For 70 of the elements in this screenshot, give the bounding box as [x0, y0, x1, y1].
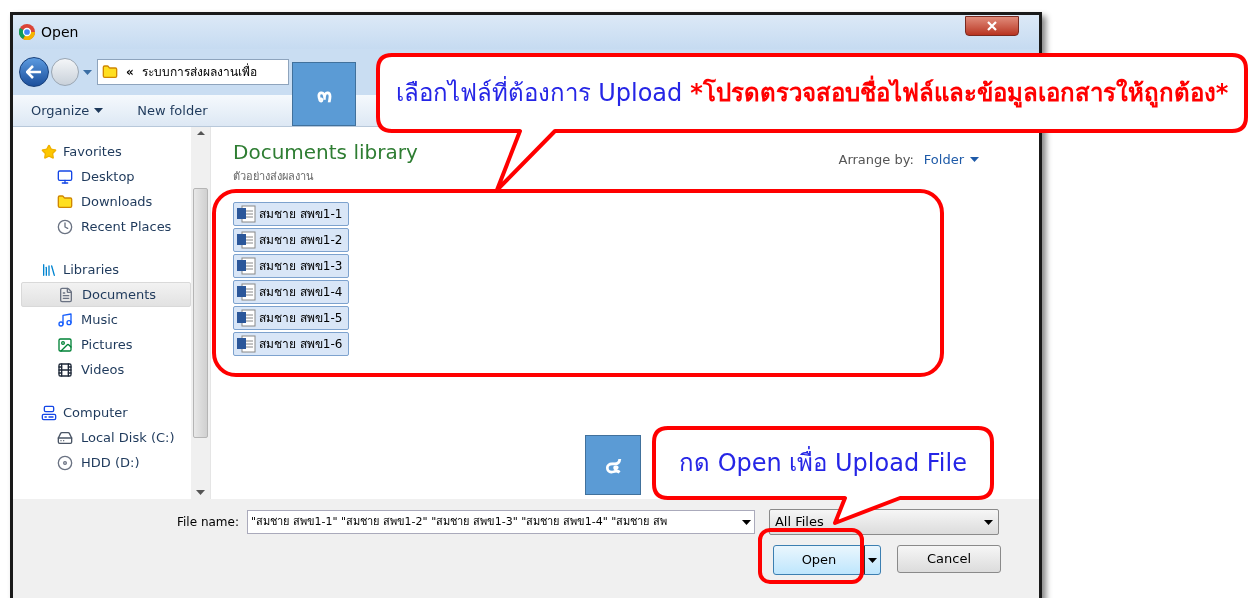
sidebar-scrollbar[interactable]: [191, 127, 211, 499]
sidebar-item[interactable]: Documents: [21, 282, 191, 307]
organize-menu[interactable]: Organize: [31, 100, 104, 121]
breadcrumb-path: ระบบการส่งผลงานเพื่อ: [141, 63, 257, 81]
new-folder-button[interactable]: New folder: [137, 100, 208, 121]
arrange-dropdown[interactable]: Folder: [923, 150, 979, 170]
library-subtitle: ตัวอย่างส่งผลงาน: [233, 169, 315, 185]
word-document-icon: [236, 256, 256, 275]
folder-icon: [57, 193, 73, 210]
callout-text: กด Open เพื่อ Upload File: [679, 445, 967, 481]
word-document-icon: [236, 230, 256, 249]
sidebar-group[interactable]: Computer: [21, 400, 191, 425]
window-title: Open: [41, 22, 79, 42]
scroll-up-icon: [196, 131, 205, 135]
back-button[interactable]: [19, 57, 49, 87]
sidebar-group[interactable]: Favorites: [21, 139, 191, 164]
monitor-icon: [57, 168, 73, 185]
sidebar-item[interactable]: Local Disk (C:): [21, 425, 191, 450]
sidebar-item[interactable]: Downloads: [21, 189, 191, 214]
library-title: Documents library: [233, 139, 418, 166]
computer-icon: [41, 404, 57, 421]
folder-icon: [102, 64, 118, 80]
arrange-label: Arrange by:: [838, 151, 914, 169]
caret-icon: [983, 519, 993, 525]
word-document-icon: [236, 204, 256, 223]
file-item[interactable]: สมชาย สพข1-3: [233, 253, 350, 278]
file-name-label: File name:: [177, 514, 239, 531]
sidebar-item[interactable]: Recent Places: [21, 214, 191, 239]
caret-icon: [82, 69, 92, 75]
caret-icon: [94, 108, 104, 113]
sidebar-item[interactable]: Music: [21, 307, 191, 332]
picture-icon: [57, 336, 73, 353]
word-document-icon: [236, 308, 256, 327]
close-icon: [987, 21, 997, 31]
step-badge: ๓: [292, 62, 356, 126]
file-item[interactable]: สมชาย สพข1-6: [233, 331, 350, 356]
sidebar-item[interactable]: Videos: [21, 357, 191, 382]
address-bar[interactable]: « ระบบการส่งผลงานเพื่อ: [97, 59, 289, 85]
breadcrumb-overflow: «: [126, 64, 134, 81]
file-item[interactable]: สมชาย สพข1-2: [233, 227, 350, 252]
sidebar-item[interactable]: HDD (D:): [21, 450, 191, 475]
music-note-icon: [57, 311, 73, 328]
caret-icon: [970, 157, 979, 163]
film-icon: [57, 361, 73, 378]
close-button[interactable]: [965, 16, 1019, 36]
file-name-field[interactable]: "สมชาย สพข1-1" "สมชาย สพข1-2" "สมชาย สพข1-3" "สมชาย สพข1-4" "สมชาย สพ: [246, 510, 755, 534]
scrollbar-thumb[interactable]: [193, 187, 208, 438]
open-split-button[interactable]: Open: [773, 545, 881, 575]
back-arrow-icon: [26, 65, 42, 79]
word-document-icon: [236, 282, 256, 301]
drive-icon: [57, 454, 73, 471]
star-icon: [41, 143, 57, 160]
caret-icon: [868, 557, 877, 563]
cancel-button[interactable]: Cancel: [897, 545, 1001, 573]
caret-icon: [196, 490, 205, 495]
sidebar-group[interactable]: Libraries: [21, 257, 191, 282]
file-item[interactable]: สมชาย สพข1-5: [233, 305, 350, 330]
library-icon: [41, 261, 57, 278]
document-icon: [58, 286, 74, 303]
word-document-icon: [236, 334, 256, 353]
file-item[interactable]: สมชาย สพข1-4: [233, 279, 350, 304]
callout-text: เลือกไฟล์ที่ต้องการ Upload: [395, 75, 683, 111]
caret-icon: [741, 519, 751, 525]
step-badge: ๔: [585, 435, 641, 495]
file-item[interactable]: สมชาย สพข1-1: [233, 201, 350, 226]
sidebar-item[interactable]: Desktop: [21, 164, 191, 189]
browser-logo-icon: [19, 24, 35, 40]
clock-icon: [57, 218, 73, 235]
callout-note: *โปรดตรวจสอบชื่อไฟล์และข้อมูลเอกสารให้ถูกต้อง*: [690, 75, 1229, 111]
sidebar-item[interactable]: Pictures: [21, 332, 191, 357]
